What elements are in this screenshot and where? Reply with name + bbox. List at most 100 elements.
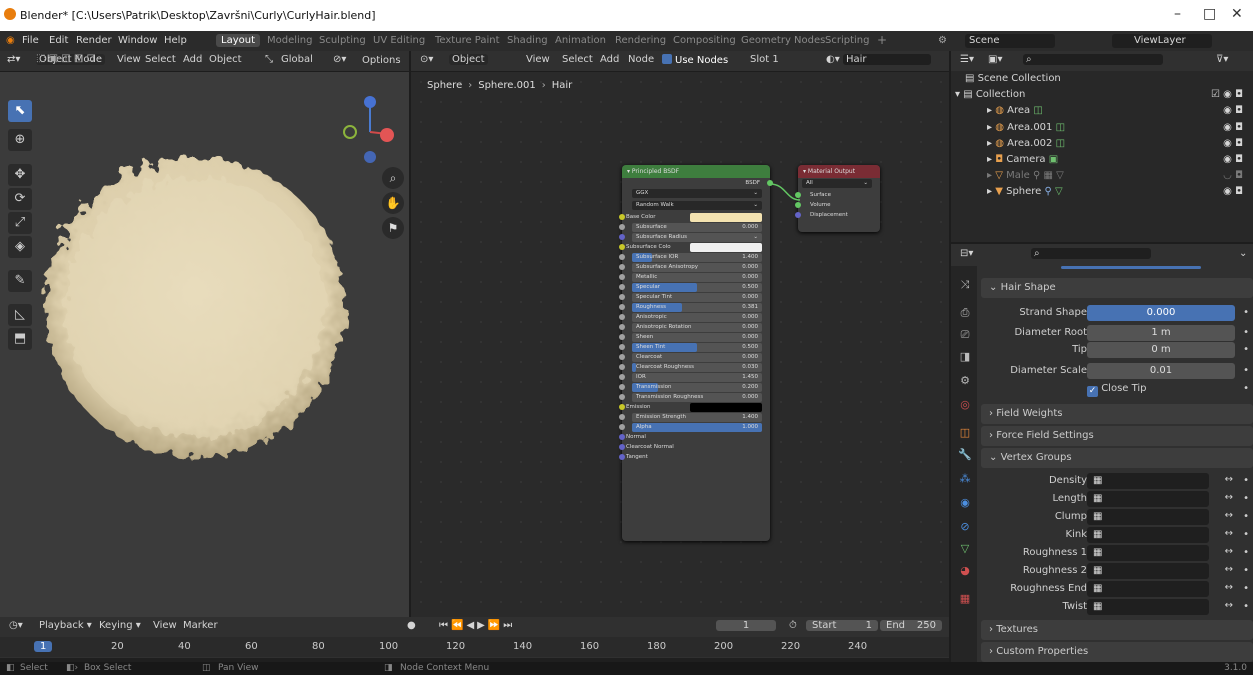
outliner-item[interactable]: ▸ ◍ Area.002 ◫ ◉ ◘ [951, 138, 1253, 154]
tab-sculpting[interactable]: Sculpting [314, 34, 371, 47]
view-layer-tab-icon[interactable]: ◨ [955, 350, 975, 368]
swap-icon[interactable]: ↔ [1225, 582, 1233, 593]
hair-shape-panel-header[interactable]: ⌄ Hair Shape [981, 278, 1253, 298]
swap-icon[interactable]: ↔ [1225, 474, 1233, 485]
tab-geometry-nodes[interactable]: Geometry Nodes [736, 34, 830, 47]
outliner-item[interactable]: ▸ ◍ Area.001 ◫ ◉ ◘ [951, 122, 1253, 138]
vertex-group-field[interactable]: ▦ [1087, 509, 1209, 525]
tab-animation[interactable]: Animation [550, 34, 611, 47]
input-socket[interactable] [619, 244, 625, 250]
input-slider[interactable]: Anisotropic Rotation 0.000 [632, 323, 762, 332]
input-socket[interactable] [619, 444, 625, 450]
tab-shading[interactable]: Shading [502, 34, 553, 47]
world-tab-icon[interactable]: ◎ [955, 398, 975, 416]
marker-menu[interactable]: Marker [180, 620, 221, 631]
input-slider[interactable]: Subsurface 0.000 [632, 223, 762, 232]
minimize-button[interactable]: – [1174, 6, 1181, 22]
diameter-root-field[interactable]: 1 m [1087, 325, 1235, 341]
modifier-tab-icon[interactable]: 🔧 [955, 448, 975, 466]
input-socket[interactable] [619, 374, 625, 380]
object-tab-icon[interactable]: ◫ [955, 426, 975, 444]
properties-type-icon[interactable]: ⊟▾ [957, 248, 976, 259]
end-frame-field[interactable]: End 250 [880, 620, 942, 631]
display-mode-icon[interactable]: ▣▾ [985, 54, 1005, 65]
input-socket[interactable] [619, 224, 625, 230]
keyframe-dot[interactable]: • [1243, 511, 1249, 522]
input-slider[interactable]: Specular 0.500 [632, 283, 762, 292]
input-socket[interactable] [619, 354, 625, 360]
keyframe-dot[interactable]: • [1243, 583, 1249, 594]
input-dropdown[interactable]: Subsurface Radius ⌄ [632, 233, 762, 242]
vertex-group-field[interactable]: ▦ [1087, 527, 1209, 543]
swap-icon[interactable]: ↔ [1225, 546, 1233, 557]
tab-compositing[interactable]: Compositing [668, 34, 741, 47]
field-weights-panel-header[interactable]: › Field Weights [981, 404, 1253, 424]
current-frame-field[interactable]: 1 [716, 620, 776, 631]
outliner[interactable]: ▤ Scene Collection ▾ ▤ Collection ☑ ◉ ◘ ▸… [951, 71, 1253, 242]
scene-selector[interactable]: Scene [965, 34, 1055, 48]
visibility-icon[interactable]: ◉ ◘ [1223, 154, 1243, 165]
input-socket[interactable] [619, 384, 625, 390]
visibility-icon[interactable]: ◉ ◘ [1223, 186, 1243, 197]
input-socket[interactable] [619, 254, 625, 260]
scale-tool-icon[interactable]: ⤢ [8, 212, 32, 234]
tab-uv-editing[interactable]: UV Editing [368, 34, 430, 47]
keyframe-dot[interactable]: • [1243, 601, 1249, 612]
transform-tool-icon[interactable]: ◈ [8, 236, 32, 258]
menu-file[interactable]: File [22, 35, 39, 46]
visibility-icon[interactable]: ◉ ◘ [1223, 138, 1243, 149]
shader-type-dropdown[interactable]: Object [449, 54, 488, 65]
zoom-icon[interactable]: ⌕ [382, 167, 404, 189]
start-frame-field[interactable]: Start 1 [806, 620, 878, 631]
keyframe-dot[interactable]: • [1243, 493, 1249, 504]
menu-render[interactable]: Render [76, 35, 112, 46]
custom-properties-panel-header[interactable]: › Custom Properties [981, 642, 1253, 662]
color-swatch[interactable] [690, 403, 762, 412]
shader-node-editor[interactable]: Sphere › Sphere.001 › Hair ▾ Principled … [411, 72, 949, 617]
rotate-tool-icon[interactable]: ⟳ [8, 188, 32, 210]
force-field-panel-header[interactable]: › Force Field Settings [981, 426, 1253, 446]
input-slider[interactable]: Transmission Roughness 0.000 [632, 393, 762, 402]
scene-tab-icon[interactable]: ⚙ [955, 374, 975, 392]
annotate-tool-icon[interactable]: ✎ [8, 270, 32, 292]
vertex-group-field[interactable]: ▦ [1087, 491, 1209, 507]
input-slider[interactable]: Metallic 0.000 [632, 273, 762, 282]
principled-bsdf-node[interactable]: ▾ Principled BSDF BSDF GGX ⌄ Random Walk ⌄… [619, 165, 773, 541]
pan-hand-icon[interactable]: ✋ [382, 192, 404, 214]
output-tab-icon[interactable]: ⎚ [955, 328, 975, 346]
properties-options-icon[interactable]: ⌄ [1236, 248, 1250, 259]
input-socket[interactable] [619, 394, 625, 400]
input-socket[interactable] [619, 404, 625, 410]
input-socket[interactable] [619, 344, 625, 350]
collection-row[interactable]: ▾ ▤ Collection ☑ ◉ ◘ [951, 89, 1253, 105]
input-socket[interactable] [619, 434, 625, 440]
physics-tab-icon[interactable]: ◉ [955, 496, 975, 514]
vertex-group-field[interactable]: ▦ [1087, 563, 1209, 579]
input-slider[interactable]: Subsurface Anisotropy 0.000 [632, 263, 762, 272]
input-socket[interactable] [619, 294, 625, 300]
input-slider[interactable]: Alpha 1.000 [632, 423, 762, 432]
keyframe-dot[interactable]: • [1243, 529, 1249, 540]
tip-field[interactable]: 0 m [1087, 342, 1235, 358]
input-socket[interactable] [619, 324, 625, 330]
outliner-item[interactable]: ▸ ◍ Area ◫ ◉ ◘ [951, 105, 1253, 121]
properties-search-input[interactable]: ⌕ [1031, 248, 1151, 259]
vertex-groups-panel-header[interactable]: ⌄ Vertex Groups [981, 448, 1253, 468]
node-header[interactable]: ▾ Material Output [798, 165, 880, 178]
slot-dropdown[interactable]: Slot 1 [747, 54, 782, 65]
viewport-object-menu[interactable]: Object [206, 54, 245, 65]
visibility-icon[interactable]: ◡ ◘ [1223, 170, 1243, 181]
camera-view-icon[interactable]: ⚑ [382, 217, 404, 239]
playback-controls[interactable]: ⏮⏪◀▶⏩⏭ [436, 620, 518, 631]
visibility-icon[interactable]: ◉ ◘ [1223, 122, 1243, 133]
input-socket[interactable] [619, 264, 625, 270]
node-editor-type-icon[interactable]: ⊙▾ [417, 54, 436, 65]
pivot-icon[interactable]: ⊘▾ [330, 54, 349, 65]
playback-menu[interactable]: Playback ▾ [36, 620, 95, 631]
input-socket[interactable] [619, 414, 625, 420]
input-socket[interactable] [619, 304, 625, 310]
keyframe-dot[interactable]: • [1243, 475, 1249, 486]
tab-texture-paint[interactable]: Texture Paint [430, 34, 505, 47]
input-slider[interactable]: Transmission 0.200 [632, 383, 762, 392]
visibility-icon[interactable]: ◉ ◘ [1223, 105, 1243, 116]
